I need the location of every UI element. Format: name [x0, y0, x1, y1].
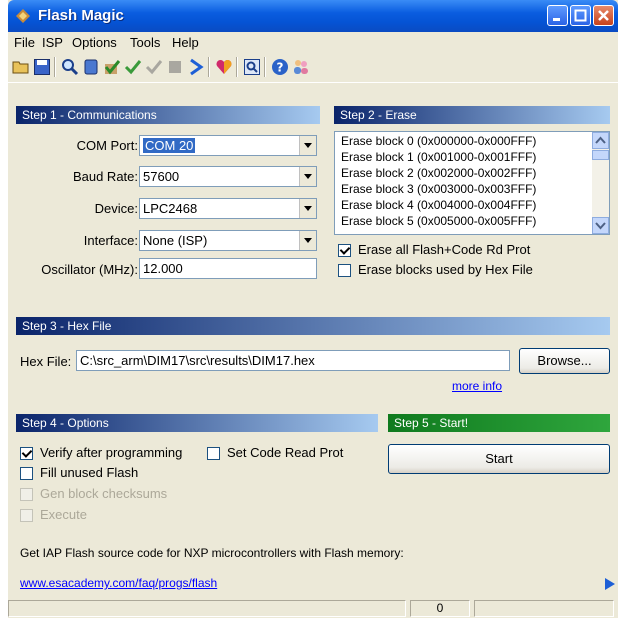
chip-icon[interactable] — [82, 58, 100, 76]
erase-hex-checkbox[interactable] — [338, 264, 351, 277]
toolbar-separator — [208, 57, 210, 77]
app-icon — [16, 9, 30, 23]
hex-file-input[interactable]: C:\src_arm\DIM17\src\results\DIM17.hex — [76, 350, 510, 371]
step2-header: Step 2 - Erase — [334, 106, 610, 124]
chevron-down-icon[interactable] — [299, 167, 316, 186]
execute-checkbox — [20, 509, 33, 522]
com-port-value: COM 20 — [143, 138, 196, 153]
chevron-up-icon — [595, 136, 606, 144]
search-icon[interactable] — [61, 58, 79, 76]
fill-unused-label: Fill unused Flash — [40, 465, 139, 480]
gen-checksums-label: Gen block checksums — [40, 486, 168, 501]
step1-header: Step 1 - Communications — [16, 106, 320, 124]
com-port-label: COM Port: — [76, 138, 138, 153]
erase-block-item[interactable]: Erase block 5 (0x005000-0x005FFF) — [341, 214, 536, 228]
device-select[interactable]: LPC2468 — [139, 198, 317, 219]
scroll-down-button[interactable] — [592, 217, 609, 234]
verify-checkbox[interactable] — [20, 447, 33, 460]
menu-tools[interactable]: Tools — [130, 35, 160, 50]
step3-header: Step 3 - Hex File — [16, 317, 610, 335]
browse-button[interactable]: Browse... — [519, 348, 610, 374]
help-icon[interactable]: ? — [271, 58, 289, 76]
toolbar-separator — [236, 57, 238, 77]
interface-select[interactable]: None (ISP) — [139, 230, 317, 251]
svg-text:?: ? — [277, 61, 284, 75]
menu-options[interactable]: Options — [72, 35, 117, 50]
check-icon[interactable] — [124, 58, 142, 76]
verify-label: Verify after programming — [40, 445, 183, 460]
step4-header: Step 4 - Options — [16, 414, 378, 432]
chevron-down-icon — [595, 222, 606, 230]
gen-checksums-checkbox — [20, 488, 33, 501]
toolbar-separator — [264, 57, 266, 77]
scroll-thumb[interactable] — [592, 150, 609, 160]
erase-block-item[interactable]: Erase block 0 (0x000000-0x000FFF) — [341, 134, 536, 148]
erase-block-item[interactable]: Erase block 2 (0x002000-0x002FFF) — [341, 166, 536, 180]
erase-all-checkbox[interactable] — [338, 244, 351, 257]
interface-value: None (ISP) — [143, 233, 208, 248]
heart-icon[interactable] — [215, 58, 233, 76]
erase-block-item[interactable]: Erase block 4 (0x004000-0x004FFF) — [341, 198, 536, 212]
users-icon[interactable] — [292, 58, 310, 76]
step5-header: Step 5 - Start! — [388, 414, 610, 432]
iap-info-text: Get IAP Flash source code for NXP microc… — [20, 546, 404, 560]
menu-help[interactable]: Help — [172, 35, 199, 50]
status-panel-extra — [474, 600, 614, 617]
verify-icon[interactable] — [103, 58, 121, 76]
scroll-right-icon[interactable] — [604, 578, 616, 590]
erase-block-list[interactable]: Erase block 0 (0x000000-0x000FFF) Erase … — [334, 131, 610, 235]
status-bar: 0 — [8, 598, 618, 618]
status-count: 0 — [410, 600, 470, 617]
baud-rate-select[interactable]: 57600 — [139, 166, 317, 187]
start-button[interactable]: Start — [388, 444, 610, 474]
hex-file-label: Hex File: — [20, 354, 72, 369]
chevron-down-icon[interactable] — [299, 199, 316, 218]
close-icon — [598, 10, 609, 21]
execute-label: Execute — [40, 507, 87, 522]
device-value: LPC2468 — [143, 201, 198, 216]
baud-rate-label: Baud Rate: — [72, 169, 138, 184]
more-info-link[interactable]: more info — [452, 379, 502, 393]
oscillator-label: Oscillator (MHz): — [41, 262, 138, 277]
title-bar[interactable]: Flash Magic — [8, 0, 618, 32]
toolbar: ? — [8, 52, 618, 83]
window-title: Flash Magic — [38, 7, 124, 24]
menu-isp[interactable]: ISP — [42, 35, 63, 50]
list-scrollbar[interactable] — [592, 132, 609, 234]
device-label: Device: — [94, 201, 138, 216]
erase-all-label: Erase all Flash+Code Rd Prot — [358, 242, 531, 257]
chevron-down-icon[interactable] — [299, 136, 316, 155]
esacademy-link[interactable]: www.esacademy.com/faq/progs/flash — [20, 576, 217, 590]
com-port-select[interactable]: COM 20 — [139, 135, 317, 156]
maximize-button[interactable] — [570, 5, 591, 26]
scroll-up-button[interactable] — [592, 132, 609, 149]
status-panel-main — [8, 600, 406, 617]
erase-block-item[interactable]: Erase block 3 (0x003000-0x003FFF) — [341, 182, 536, 196]
fill-unused-checkbox[interactable] — [20, 467, 33, 480]
menu-file[interactable]: File — [14, 35, 35, 50]
save-icon[interactable] — [33, 58, 51, 76]
open-icon[interactable] — [12, 58, 30, 76]
code-read-label: Set Code Read Prot — [227, 445, 344, 460]
go-icon[interactable] — [187, 58, 205, 76]
flash-magic-window: Flash Magic File ISP Options Tools Help — [8, 0, 618, 618]
erase-block-item[interactable]: Erase block 1 (0x001000-0x001FFF) — [341, 150, 536, 164]
interface-label: Interface: — [83, 233, 138, 248]
oscillator-input[interactable]: 12.000 — [139, 258, 317, 279]
menu-bar: File ISP Options Tools Help — [8, 32, 618, 52]
minimize-button[interactable] — [547, 5, 568, 26]
toolbar-separator — [54, 57, 56, 77]
chip-gray-icon[interactable] — [166, 58, 184, 76]
code-read-checkbox[interactable] — [207, 447, 220, 460]
erase-hex-label: Erase blocks used by Hex File — [358, 262, 533, 277]
chevron-down-icon[interactable] — [299, 231, 316, 250]
maximize-icon — [574, 9, 587, 22]
baud-rate-value: 57600 — [143, 169, 180, 184]
blank-check-icon[interactable] — [145, 58, 163, 76]
terminal-icon[interactable] — [243, 58, 261, 76]
minimize-icon — [553, 18, 560, 21]
close-button[interactable] — [593, 5, 614, 26]
